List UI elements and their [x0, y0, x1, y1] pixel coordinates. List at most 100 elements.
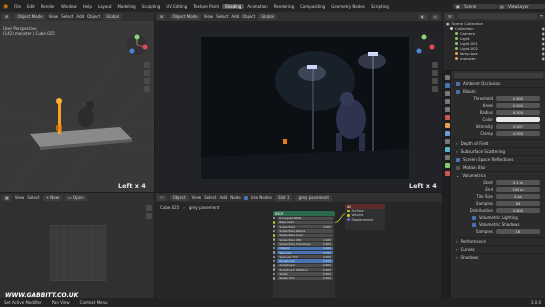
property-field[interactable]: 0.800 [496, 96, 540, 101]
new-image-button[interactable]: + New [42, 194, 62, 201]
blender-logo-icon[interactable]: ◉ [0, 3, 11, 10]
object-tab-icon[interactable] [444, 123, 450, 128]
subsurface-section[interactable]: › Subsurface Scattering [452, 147, 545, 155]
left-orientation-select[interactable]: Global [103, 13, 122, 20]
bsdf-input-field[interactable]: Subsurface Radius [277, 229, 333, 233]
properties-panel[interactable]: Ambient Occlusion Bloom Threshold 0.800 Kn… [443, 71, 545, 298]
socket-dot[interactable] [273, 277, 276, 280]
vol-samples-field[interactable]: 16 [496, 229, 540, 234]
main-menu-object[interactable]: Object [242, 14, 255, 19]
bsdf-input-row[interactable]: Sheen Tint 0.500 [273, 276, 335, 280]
tab-animation[interactable]: Animation [244, 4, 270, 9]
menu-window[interactable]: Window [58, 4, 80, 9]
property-field[interactable]: 0.800 [496, 208, 540, 213]
properties-search[interactable] [454, 72, 543, 78]
socket-dot[interactable] [347, 214, 350, 217]
pan-icon[interactable] [432, 70, 438, 76]
main-menu-add[interactable]: Add [231, 14, 239, 19]
property-field[interactable]: 6.500 [496, 110, 540, 115]
tool-tab-icon[interactable] [444, 75, 450, 80]
depth-of-field-section[interactable]: › Depth of Field [452, 139, 545, 147]
socket-dot[interactable] [273, 272, 276, 276]
pan-icon[interactable] [146, 213, 152, 219]
bsdf-input-field[interactable]: Specular 0.500 [277, 251, 333, 255]
bsdf-input-field[interactable]: Base Color [277, 220, 333, 224]
bsdf-input-field[interactable]: Sheen 0.000 [277, 272, 333, 276]
ortho-toggle-icon[interactable] [432, 86, 438, 92]
ssr-checkbox[interactable] [456, 157, 460, 162]
socket-dot[interactable] [273, 221, 276, 224]
left-editor-type-icon[interactable]: ⊞ [2, 13, 12, 20]
vol-lighting-checkbox[interactable] [472, 215, 476, 220]
ortho-toggle-icon[interactable] [144, 86, 150, 92]
particles-tab-icon[interactable] [444, 139, 450, 144]
property-field[interactable]: 0.000 [496, 131, 540, 136]
property-field[interactable]: 4 px [496, 194, 540, 199]
bsdf-input-field[interactable]: Anisotropic 0.000 [277, 263, 333, 267]
tab-rendering[interactable]: Rendering [271, 4, 297, 9]
menu-render[interactable]: Render [38, 4, 58, 9]
vol-shadows-checkbox[interactable] [472, 222, 476, 227]
socket-dot[interactable] [273, 229, 276, 233]
left-menu-object[interactable]: Object [87, 14, 100, 19]
principled-bsdf-node[interactable]: BSDF Principled BSDF Base Color Subsurface… [273, 211, 335, 298]
scene-tab-icon[interactable] [444, 107, 450, 112]
bsdf-input-field[interactable]: Subsurface 0.000 [277, 225, 333, 229]
zoom-icon[interactable] [432, 62, 438, 68]
open-image-button[interactable]: ▭ Open [64, 194, 87, 201]
property-field[interactable]: 100 m [496, 187, 540, 192]
material-tab-icon[interactable] [444, 171, 450, 176]
camera-view-icon[interactable] [144, 78, 150, 84]
file-menu-view[interactable]: View [15, 195, 25, 200]
socket-dot[interactable] [273, 216, 276, 220]
main-menu-view[interactable]: View [204, 14, 214, 19]
socket-dot[interactable] [347, 209, 350, 213]
modifier-tab-icon[interactable] [444, 131, 450, 136]
bloom-section[interactable]: Bloom [452, 87, 545, 95]
left-mode-select[interactable]: Object Mode [14, 13, 46, 20]
socket-dot[interactable] [273, 268, 276, 271]
overlay-icon[interactable]: ◎ [430, 13, 440, 20]
view-layer-selector[interactable]: ▤ ViewLayer [497, 3, 545, 9]
vol-lighting-row[interactable]: Volumetric Lighting [452, 214, 545, 221]
bsdf-input-field[interactable]: Metallic 0.000 [277, 246, 333, 250]
shadows-section[interactable]: › Shadows [452, 253, 545, 261]
vol-shadows-row[interactable]: Volumetric Shadows [452, 221, 545, 228]
socket-dot[interactable] [273, 225, 276, 228]
tab-scripting[interactable]: Scripting [368, 4, 392, 9]
bsdf-input-field[interactable]: Principled BSDF [277, 216, 333, 220]
performance-section[interactable]: › Performance [452, 237, 545, 245]
camera-view-icon[interactable] [432, 78, 438, 84]
world-tab-icon[interactable] [444, 115, 450, 120]
socket-dot[interactable] [273, 246, 276, 250]
bsdf-input-field[interactable]: Specular Tint 0.000 [277, 255, 333, 259]
volumetrics-section[interactable]: ⌄ Volumetrics [452, 171, 545, 179]
bsdf-input-field[interactable]: Roughness 0.500 [277, 259, 333, 263]
zoom-icon[interactable] [146, 205, 152, 211]
bsdf-input-field[interactable]: Subsurface IOR 1.400 [277, 238, 333, 242]
socket-dot[interactable] [347, 218, 350, 221]
left-3d-viewport[interactable]: ⊞ Object Mode View Select Add Object Glo… [0, 12, 154, 192]
file-browser-panel[interactable]: ▦ View Select + New ▭ Open [0, 193, 154, 298]
property-field[interactable]: 0.007 [496, 124, 540, 129]
menu-edit[interactable]: Edit [24, 4, 38, 9]
left-menu-view[interactable]: View [49, 14, 59, 19]
socket-dot[interactable] [273, 259, 276, 263]
main-editor-type-icon[interactable]: ⊞ [157, 13, 167, 20]
pan-icon[interactable] [144, 70, 150, 76]
outliner-panel[interactable]: ☰ ⛉ ▣ Scene Collection Collection ◉ Camera… [443, 12, 545, 70]
scene-selector[interactable]: ▣ Scene [453, 3, 497, 9]
socket-dot[interactable] [273, 234, 276, 237]
left-navigation-gizmo[interactable] [126, 34, 148, 56]
outliner-item[interactable]: monster ◉ [443, 56, 545, 61]
outliner-editor-type-icon[interactable]: ☰ [445, 13, 455, 20]
left-menu-add[interactable]: Add [76, 14, 84, 19]
property-field[interactable]: 0.500 [496, 103, 540, 108]
property-field[interactable]: 64 [496, 201, 540, 206]
property-field[interactable]: 0.1 m [496, 180, 540, 185]
socket-dot[interactable] [273, 238, 276, 241]
curves-section[interactable]: › Curves [452, 245, 545, 253]
render-tab-icon[interactable] [444, 83, 450, 88]
bsdf-input-field[interactable]: Sheen Tint 0.500 [277, 276, 333, 280]
tab-compositing[interactable]: Compositing [297, 4, 328, 9]
